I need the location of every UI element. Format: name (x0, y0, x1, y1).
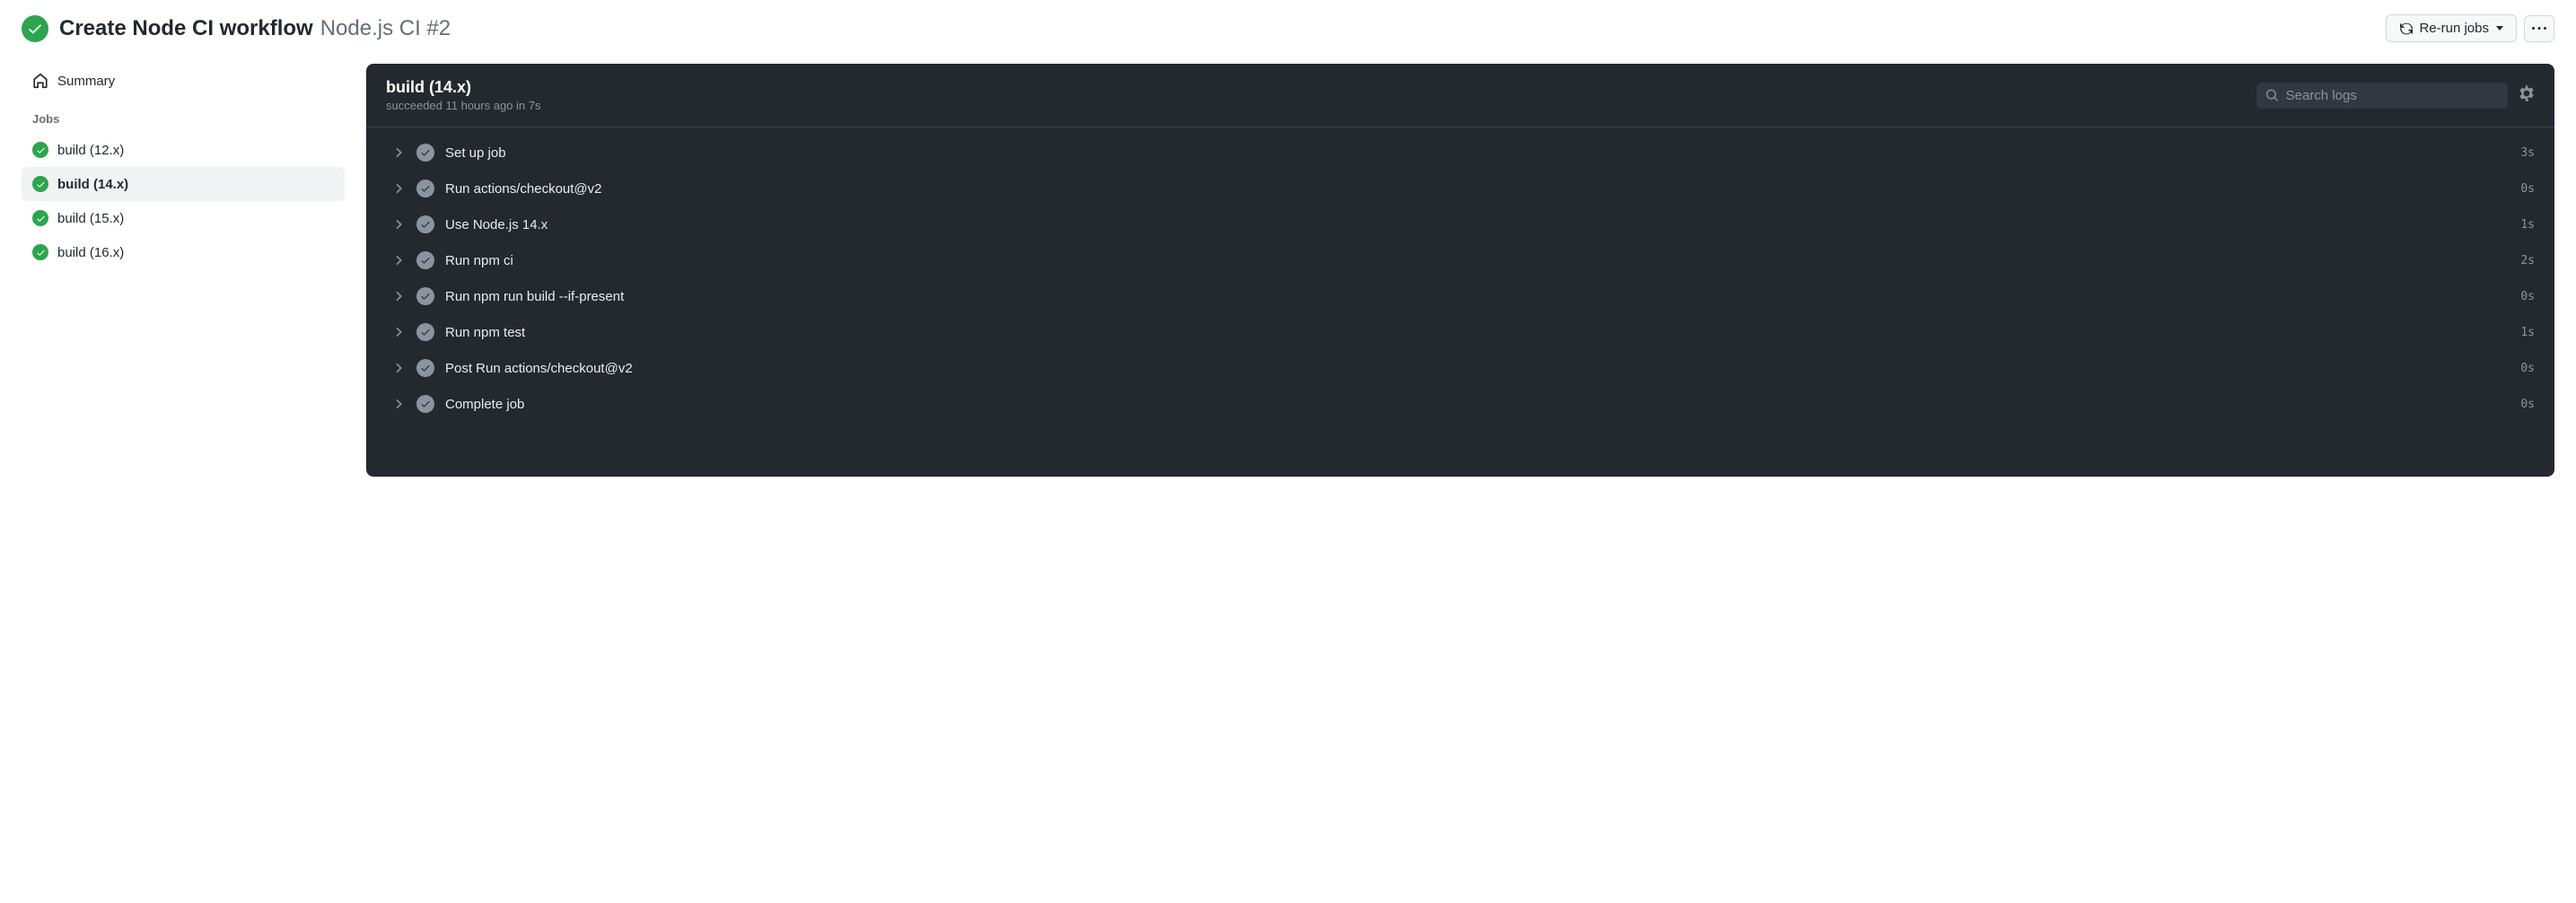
sidebar-job-item[interactable]: build (16.x) (22, 235, 345, 269)
sidebar-job-item[interactable]: build (15.x) (22, 201, 345, 235)
chevron-right-icon (393, 146, 406, 159)
chevron-right-icon (393, 326, 406, 338)
panel-title-block: build (14.x) succeeded 11 hours ago in 7… (386, 78, 541, 112)
sidebar-summary-label: Summary (57, 74, 115, 89)
log-settings-button[interactable] (2519, 85, 2535, 106)
step-success-icon (416, 323, 434, 341)
sidebar-jobs-heading: Jobs (22, 98, 345, 133)
sidebar-job-label: build (12.x) (57, 143, 124, 158)
home-icon (32, 73, 48, 89)
workflow-title: Create Node CI workflow Node.js CI #2 (59, 16, 451, 41)
sidebar: Summary Jobs build (12.x) build (14.x) b… (22, 64, 345, 477)
sidebar-job-label: build (16.x) (57, 245, 124, 260)
chevron-right-icon (393, 362, 406, 374)
sidebar-summary[interactable]: Summary (22, 64, 345, 98)
sidebar-job-label: build (15.x) (57, 211, 124, 226)
step-name: Run npm ci (445, 253, 2510, 268)
workflow-run-label: Node.js CI #2 (320, 16, 451, 41)
step-row[interactable]: Complete job 0s (366, 386, 2554, 422)
job-title: build (14.x) (386, 78, 541, 97)
step-success-icon (416, 144, 434, 162)
step-duration: 1s (2520, 326, 2535, 339)
step-success-icon (416, 359, 434, 377)
kebab-horizontal-icon (2532, 22, 2546, 36)
step-row[interactable]: Run npm ci 2s (366, 242, 2554, 278)
success-check-icon (32, 210, 48, 226)
step-name: Post Run actions/checkout@v2 (445, 361, 2510, 376)
sidebar-job-item[interactable]: build (14.x) (22, 167, 345, 201)
success-check-icon (32, 142, 48, 158)
sidebar-job-label: build (14.x) (57, 177, 128, 192)
step-row[interactable]: Use Node.js 14.x 1s (366, 206, 2554, 242)
caret-down-icon (2496, 26, 2503, 31)
step-name: Set up job (445, 145, 2510, 161)
sidebar-job-item[interactable]: build (12.x) (22, 133, 345, 167)
step-row[interactable]: Post Run actions/checkout@v2 0s (366, 350, 2554, 386)
step-duration: 1s (2520, 218, 2535, 232)
search-icon (2265, 88, 2279, 102)
step-name: Use Node.js 14.x (445, 217, 2510, 232)
step-row[interactable]: Set up job 3s (366, 135, 2554, 171)
step-success-icon (416, 251, 434, 269)
steps-list: Set up job 3s Run actions/checkout@v2 0s… (366, 127, 2554, 429)
chevron-right-icon (393, 182, 406, 195)
step-row[interactable]: Run npm run build --if-present 0s (366, 278, 2554, 314)
header-actions: Re-run jobs (2386, 14, 2554, 42)
header-left: Create Node CI workflow Node.js CI #2 (22, 15, 451, 42)
step-duration: 0s (2520, 182, 2535, 196)
step-duration: 0s (2520, 290, 2535, 303)
sync-icon (2399, 22, 2414, 36)
job-log-panel: build (14.x) succeeded 11 hours ago in 7… (366, 64, 2554, 477)
step-duration: 0s (2520, 362, 2535, 375)
chevron-right-icon (393, 398, 406, 410)
search-logs[interactable] (2256, 83, 2508, 109)
chevron-right-icon (393, 254, 406, 267)
rerun-jobs-label: Re-run jobs (2419, 21, 2489, 36)
chevron-right-icon (393, 290, 406, 302)
step-name: Complete job (445, 397, 2510, 412)
workflow-status-success-icon (22, 15, 48, 42)
workflow-name: Create Node CI workflow (59, 16, 313, 41)
chevron-right-icon (393, 218, 406, 231)
step-name: Run npm run build --if-present (445, 289, 2510, 304)
step-name: Run npm test (445, 325, 2510, 340)
job-status-line: succeeded 11 hours ago in 7s (386, 99, 541, 112)
sidebar-jobs-list: build (12.x) build (14.x) build (15.x) b… (22, 133, 345, 269)
step-success-icon (416, 287, 434, 305)
rerun-jobs-button[interactable]: Re-run jobs (2386, 14, 2517, 42)
success-check-icon (32, 244, 48, 260)
step-success-icon (416, 180, 434, 197)
more-actions-button[interactable] (2524, 15, 2554, 42)
step-success-icon (416, 395, 434, 413)
gear-icon (2519, 85, 2535, 101)
page-header: Create Node CI workflow Node.js CI #2 Re… (0, 0, 2576, 64)
step-row[interactable]: Run npm test 1s (366, 314, 2554, 350)
success-check-icon (32, 176, 48, 192)
step-row[interactable]: Run actions/checkout@v2 0s (366, 171, 2554, 206)
step-name: Run actions/checkout@v2 (445, 181, 2510, 197)
step-success-icon (416, 215, 434, 233)
panel-tools (2256, 83, 2535, 109)
search-logs-input[interactable] (2286, 88, 2499, 103)
step-duration: 2s (2520, 254, 2535, 267)
content: Summary Jobs build (12.x) build (14.x) b… (0, 64, 2576, 477)
panel-header: build (14.x) succeeded 11 hours ago in 7… (366, 64, 2554, 127)
step-duration: 3s (2520, 146, 2535, 160)
step-duration: 0s (2520, 398, 2535, 411)
